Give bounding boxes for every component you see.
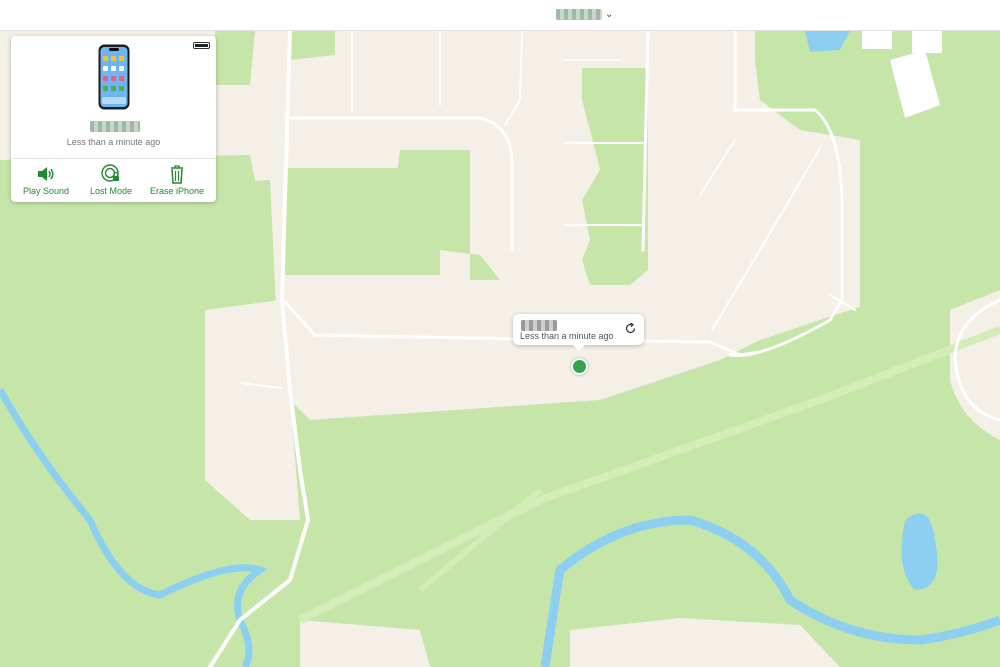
building-north-2 bbox=[912, 31, 942, 53]
park-top-center bbox=[290, 31, 335, 60]
refresh-icon[interactable] bbox=[624, 322, 637, 340]
play-sound-button[interactable]: Play Sound bbox=[11, 164, 81, 196]
device-name-blurred bbox=[521, 320, 557, 331]
lost-mode-button[interactable]: Lost Mode bbox=[76, 164, 146, 196]
lost-mode-icon bbox=[76, 164, 146, 186]
chevron-down-icon: ⌄ bbox=[605, 8, 614, 20]
device-name-blurred bbox=[556, 9, 602, 20]
location-callout[interactable]: Less than a minute ago bbox=[513, 314, 644, 351]
device-name-blurred bbox=[90, 121, 140, 132]
erase-iphone-label: Erase iPhone bbox=[149, 186, 205, 196]
last-seen-text: Less than a minute ago bbox=[66, 137, 161, 147]
callout-last-seen: Less than a minute ago bbox=[520, 331, 614, 341]
building-north-1 bbox=[862, 31, 892, 49]
lost-mode-label: Lost Mode bbox=[89, 186, 133, 196]
battery-icon bbox=[193, 42, 210, 49]
park-top-strip bbox=[215, 31, 255, 85]
top-bar: ⌄ bbox=[0, 0, 1000, 31]
action-bar: Play Sound Lost Mode Erase iPhone bbox=[11, 158, 216, 203]
speaker-icon bbox=[11, 164, 81, 186]
play-sound-label: Play Sound bbox=[22, 186, 70, 196]
iphone-image bbox=[98, 44, 130, 110]
trash-icon bbox=[142, 164, 212, 186]
erase-iphone-button[interactable]: Erase iPhone bbox=[142, 164, 212, 196]
device-panel: Less than a minute ago Play Sound Lost M… bbox=[11, 36, 216, 202]
device-location-pin[interactable] bbox=[571, 358, 588, 375]
device-selector[interactable]: ⌄ bbox=[556, 9, 613, 20]
